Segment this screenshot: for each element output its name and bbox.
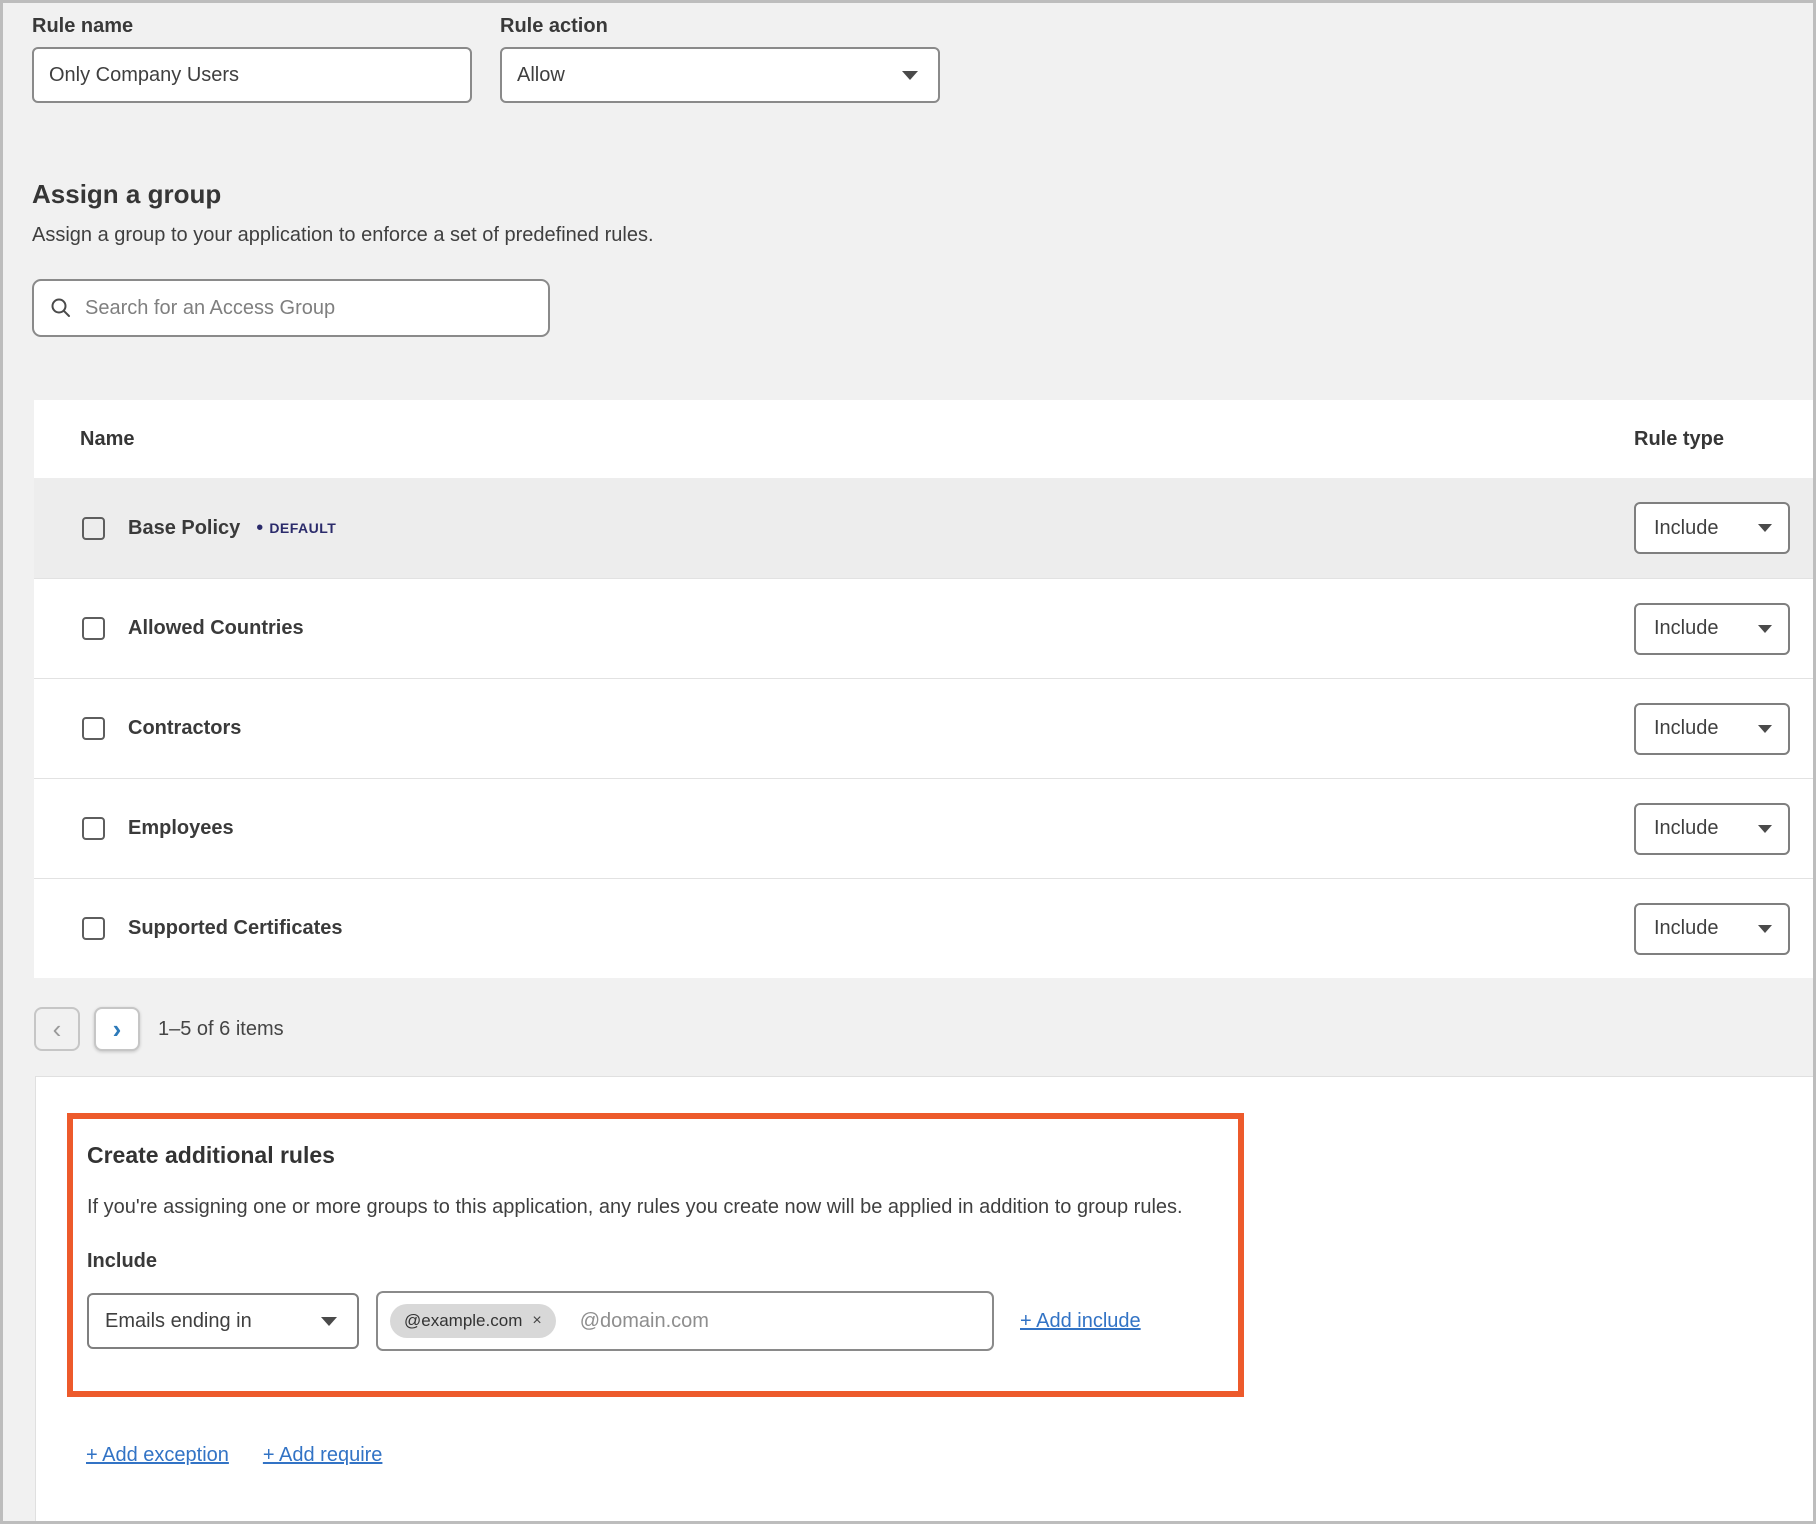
pagination: ‹ › 1–5 of 6 items xyxy=(34,1007,284,1051)
row-checkbox[interactable] xyxy=(82,717,105,740)
rule-type-select[interactable]: Include xyxy=(1634,703,1790,755)
group-name: Allowed Countries xyxy=(128,617,304,640)
rule-form: Rule name Rule action Allow xyxy=(32,15,940,103)
condition-value: Emails ending in xyxy=(105,1310,252,1333)
group-name: Base Policy xyxy=(128,517,240,540)
rule-action-label: Rule action xyxy=(500,15,940,38)
rule-type-select[interactable]: Include xyxy=(1634,903,1790,955)
add-include-link[interactable]: + Add include xyxy=(1020,1310,1141,1333)
rule-name-field: Rule name xyxy=(32,15,472,103)
group-name: Employees xyxy=(128,817,234,840)
row-checkbox[interactable] xyxy=(82,617,105,640)
default-badge-label: DEFAULT xyxy=(269,520,336,536)
access-group-search xyxy=(32,279,550,337)
search-input[interactable] xyxy=(85,297,538,320)
chevron-down-icon xyxy=(321,1317,337,1326)
rule-action-value: Allow xyxy=(517,64,565,87)
column-header-rule-type: Rule type xyxy=(1634,428,1724,451)
additional-rules-description: If you're assigning one or more groups t… xyxy=(87,1196,1238,1219)
bullet-icon: • xyxy=(256,518,263,538)
chevron-down-icon xyxy=(1758,825,1772,833)
row-checkbox[interactable] xyxy=(82,917,105,940)
next-page-button[interactable]: › xyxy=(94,1007,140,1051)
access-group-table: Name Rule type Base Policy • DEFAULT Inc… xyxy=(34,400,1813,978)
rule-type-value: Include xyxy=(1654,617,1719,640)
rule-type-value: Include xyxy=(1654,917,1719,940)
pagination-status: 1–5 of 6 items xyxy=(158,1018,284,1041)
row-checkbox[interactable] xyxy=(82,817,105,840)
rule-type-select[interactable]: Include xyxy=(1634,803,1790,855)
rule-name-label: Rule name xyxy=(32,15,472,38)
rule-type-value: Include xyxy=(1654,817,1719,840)
table-header: Name Rule type xyxy=(34,400,1813,478)
default-badge: • DEFAULT xyxy=(256,518,336,538)
include-rule-controls: Emails ending in @example.com × + Add in… xyxy=(87,1291,1238,1351)
email-domain-tag-input: @example.com × xyxy=(376,1291,994,1351)
assign-group-section: Assign a group Assign a group to your ap… xyxy=(32,179,654,337)
chevron-down-icon xyxy=(1758,625,1772,633)
rule-action-field: Rule action Allow xyxy=(500,15,940,103)
rule-links: + Add exception + Add require xyxy=(86,1444,382,1467)
table-row: Employees Include xyxy=(34,778,1813,878)
email-domain-input[interactable] xyxy=(580,1310,980,1333)
table-row: Supported Certificates Include xyxy=(34,878,1813,978)
email-domain-tag: @example.com × xyxy=(390,1304,556,1338)
condition-select[interactable]: Emails ending in xyxy=(87,1293,359,1349)
tag-label: @example.com xyxy=(404,1311,522,1331)
add-require-link[interactable]: + Add require xyxy=(263,1444,383,1467)
assign-group-heading: Assign a group xyxy=(32,179,654,210)
previous-page-button[interactable]: ‹ xyxy=(34,1007,80,1051)
chevron-down-icon xyxy=(1758,925,1772,933)
chevron-right-icon: › xyxy=(113,1016,122,1042)
chevron-down-icon xyxy=(1758,524,1772,532)
rule-type-select[interactable]: Include xyxy=(1634,603,1790,655)
table-row: Contractors Include xyxy=(34,678,1813,778)
include-label: Include xyxy=(87,1250,1238,1273)
chevron-down-icon xyxy=(1758,725,1772,733)
chevron-down-icon xyxy=(902,71,918,80)
table-row: Allowed Countries Include xyxy=(34,578,1813,678)
group-name: Supported Certificates xyxy=(128,917,342,940)
rule-editor-page: Rule name Rule action Allow Assign a gro… xyxy=(0,0,1816,1524)
chevron-left-icon: ‹ xyxy=(53,1016,62,1042)
search-icon xyxy=(50,297,72,319)
column-header-name: Name xyxy=(34,428,134,451)
rule-action-select[interactable]: Allow xyxy=(500,47,940,103)
rule-type-select[interactable]: Include xyxy=(1634,502,1790,554)
add-exception-link[interactable]: + Add exception xyxy=(86,1444,229,1467)
remove-tag-icon[interactable]: × xyxy=(532,1313,541,1329)
additional-rules-heading: Create additional rules xyxy=(87,1142,1238,1169)
highlight-outline: Create additional rules If you're assign… xyxy=(67,1113,1244,1397)
group-name: Contractors xyxy=(128,717,241,740)
row-checkbox[interactable] xyxy=(82,517,105,540)
assign-group-description: Assign a group to your application to en… xyxy=(32,224,654,247)
rule-type-value: Include xyxy=(1654,517,1719,540)
table-row: Base Policy • DEFAULT Include xyxy=(34,478,1813,578)
rule-name-input[interactable] xyxy=(32,47,472,103)
rule-type-value: Include xyxy=(1654,717,1719,740)
additional-rules-card: Create additional rules If you're assign… xyxy=(35,1076,1813,1521)
